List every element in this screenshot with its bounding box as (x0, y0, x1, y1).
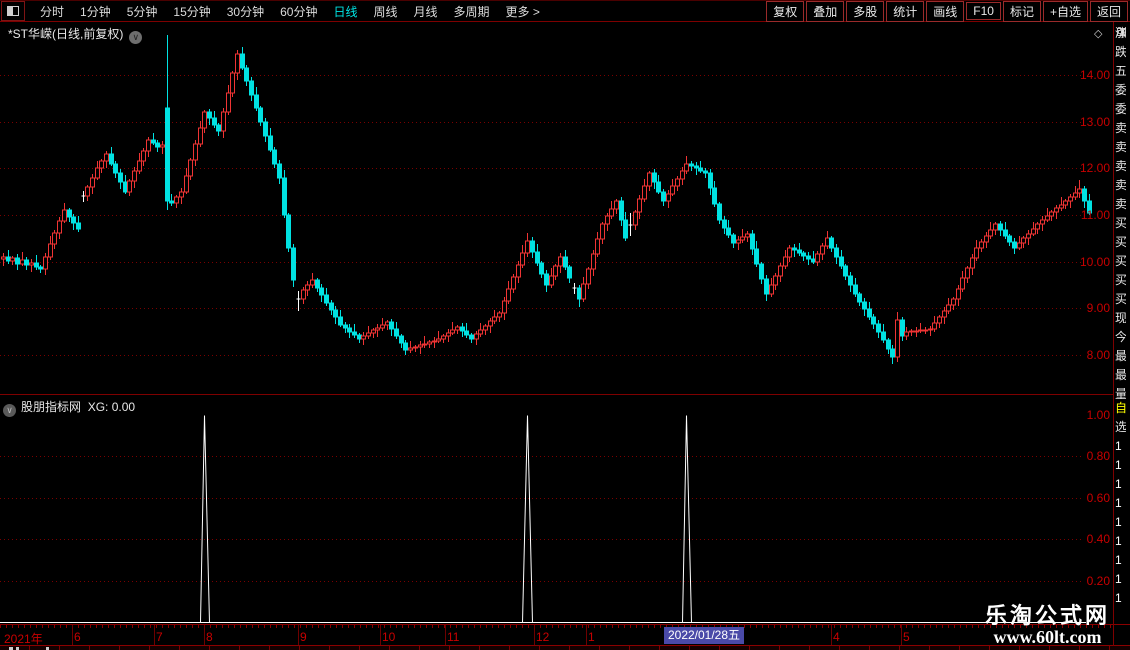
clipped-panel-text: 买 (1115, 254, 1126, 268)
trading-terminal: 分时 1分钟 5分钟 15分钟 30分钟 60分钟 日线 周线 月线 多周期 更多 > 复权 叠加 多股… (0, 0, 1130, 650)
date-axis-label: 2021年 (4, 632, 43, 646)
indicator-axis-label: 0.40 (1086, 532, 1110, 546)
clipped-panel-text: 最 (1115, 349, 1126, 363)
month-separator (534, 625, 535, 645)
month-separator (901, 625, 902, 645)
diamond-icon[interactable]: ◇ (1094, 27, 1102, 40)
month-separator (298, 625, 299, 645)
clipped-quote-panel[interactable]: 涨跌五委委卖卖卖卖卖买买买买买现今最最量自选111111111 (1115, 22, 1129, 623)
date-ticks (0, 625, 1113, 628)
month-separator (154, 625, 155, 645)
clipped-panel-text: 涨 (1115, 26, 1126, 40)
date-axis-label: 10 (382, 630, 396, 644)
date-axis-label: 11 (447, 630, 460, 644)
clipped-panel-text: 卖 (1115, 140, 1126, 154)
clipped-panel-text: 卖 (1115, 178, 1126, 192)
indicator-line (0, 415, 1086, 623)
clipped-panel-digit: 1 (1115, 496, 1122, 510)
price-axis-label: 13.00 (1079, 115, 1110, 129)
date-axis-label: 1 (588, 630, 595, 644)
price-axis-label: 11.00 (1080, 208, 1110, 222)
candles (1, 35, 1092, 364)
price-axis-label: 9.00 (1086, 301, 1110, 315)
clipped-panel-text: 现 (1115, 311, 1126, 325)
clipped-panel-text: 委 (1115, 102, 1126, 116)
clipped-panel-text: 买 (1115, 235, 1126, 249)
clipped-panel-text: 委 (1115, 83, 1126, 97)
indicator-axis-label: 0.80 (1086, 449, 1110, 463)
pane-divider (0, 394, 1113, 395)
selected-date-badge: 2022/01/28五 (664, 627, 744, 644)
clipped-panel-text: 卖 (1115, 121, 1126, 135)
clipped-panel-text: 卖 (1115, 159, 1126, 173)
month-separator (380, 625, 381, 645)
clipped-panel-digit: 1 (1115, 439, 1122, 453)
right-panel-border (1113, 22, 1114, 646)
watermark: 乐淘公式网 www.60lt.com (985, 604, 1110, 647)
clipped-panel-text: 最 (1115, 368, 1126, 382)
bottom-tab-strip[interactable] (0, 646, 1130, 650)
price-axis-label: 14.00 (1079, 68, 1110, 82)
clipped-panel-digit: 1 (1115, 553, 1122, 567)
chevron-down-icon[interactable]: ∨ (3, 404, 16, 417)
indicator-name: 股朋指标网 (21, 400, 82, 414)
indicator-axis-label: 0.20 (1086, 574, 1110, 588)
date-axis-label: 7 (156, 630, 163, 644)
indicator-baseline (0, 622, 1086, 623)
month-separator (586, 625, 587, 645)
date-axis: 2021年 6 7 8 9 10 11 12 1 4 5 2022/01/28五 (0, 624, 1130, 646)
clipped-panel-text: 买 (1115, 216, 1126, 230)
month-separator (72, 625, 73, 645)
clipped-panel-digit: 1 (1115, 515, 1122, 529)
clipped-panel-text: 五 (1115, 64, 1126, 78)
symbol-title: *ST华嵘(日线,前复权) (8, 27, 124, 41)
clipped-panel-text-highlight: 自 (1115, 401, 1126, 415)
date-axis-label: 12 (536, 630, 550, 644)
price-axis-label: 12.00 (1079, 161, 1110, 175)
watermark-url: www.60lt.com (993, 627, 1102, 647)
clipped-panel-text: 卖 (1115, 197, 1126, 211)
date-axis-label: 6 (74, 630, 81, 644)
month-separator (445, 625, 446, 645)
date-axis-label: 5 (903, 630, 910, 644)
price-axis-label: 8.00 (1086, 348, 1110, 362)
clipped-panel-text: 量 (1115, 387, 1126, 401)
chevron-down-icon[interactable]: ∨ (129, 31, 143, 44)
indicator-axis-label: 0.60 (1086, 491, 1110, 505)
clipped-panel-text: 跌 (1115, 45, 1126, 59)
clipped-panel-text: 选 (1115, 420, 1126, 434)
indicator-header: ∨ 股朋指标网 XG: 0.00 (3, 398, 135, 417)
clipped-panel-text: 买 (1115, 273, 1126, 287)
month-separator (204, 625, 205, 645)
chart-title: *ST华嵘(日线,前复权) ∨ (8, 25, 143, 44)
clipped-panel-digit: 1 (1115, 534, 1122, 548)
clipped-panel-digit: 1 (1115, 591, 1122, 605)
watermark-site-name: 乐淘公式网 (984, 603, 1110, 628)
clipped-panel-digit: 1 (1115, 572, 1122, 586)
date-axis-label: 9 (300, 630, 307, 644)
clipped-panel-digit: 1 (1115, 477, 1122, 491)
price-axis-label: 10.00 (1079, 255, 1110, 269)
indicator-axis-label: 1.00 (1086, 408, 1110, 422)
indicator-value: XG: 0.00 (87, 400, 136, 414)
candlestick-chart[interactable] (0, 0, 1130, 650)
clipped-panel-digit: 1 (1115, 458, 1122, 472)
date-axis-label: 4 (833, 630, 840, 644)
date-axis-label: 8 (206, 630, 213, 644)
clipped-panel-text: 买 (1115, 292, 1126, 306)
clipped-panel-text: 今 (1115, 330, 1126, 344)
month-separator (831, 625, 832, 645)
